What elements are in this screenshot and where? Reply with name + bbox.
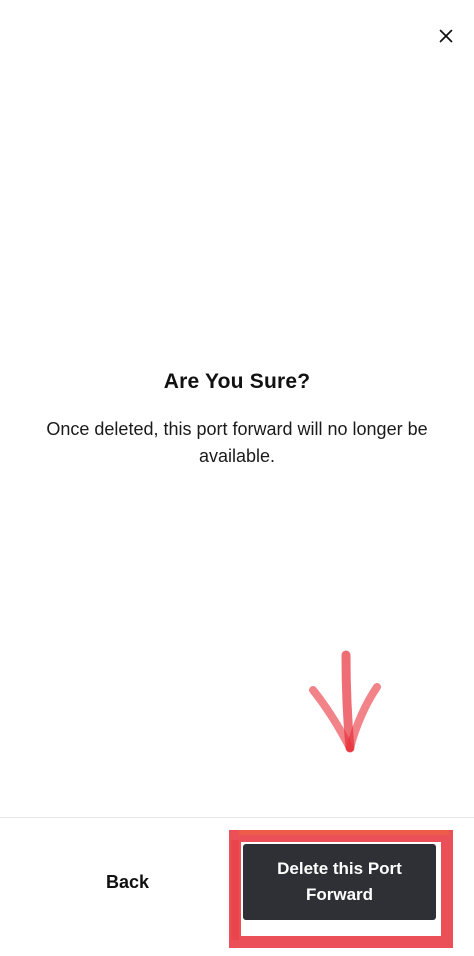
confirm-delete-screen: Are You Sure? Once deleted, this port fo…: [0, 0, 474, 956]
dialog-title: Are You Sure?: [163, 370, 311, 393]
delete-port-forward-button[interactable]: Delete this Port Forward: [243, 844, 436, 920]
close-button[interactable]: [434, 24, 458, 48]
dialog-message: Once deleted, this port forward will no …: [46, 419, 428, 466]
delete-button-label: Delete this Port Forward: [277, 859, 402, 904]
dialog-body: Are You Sure? Once deleted, this port fo…: [0, 370, 474, 470]
close-icon[interactable]: [439, 29, 453, 43]
arrow-down-annotation-icon: [309, 650, 381, 753]
action-footer: Back Delete this Port Forward: [0, 817, 474, 956]
back-button[interactable]: Back: [40, 854, 215, 910]
